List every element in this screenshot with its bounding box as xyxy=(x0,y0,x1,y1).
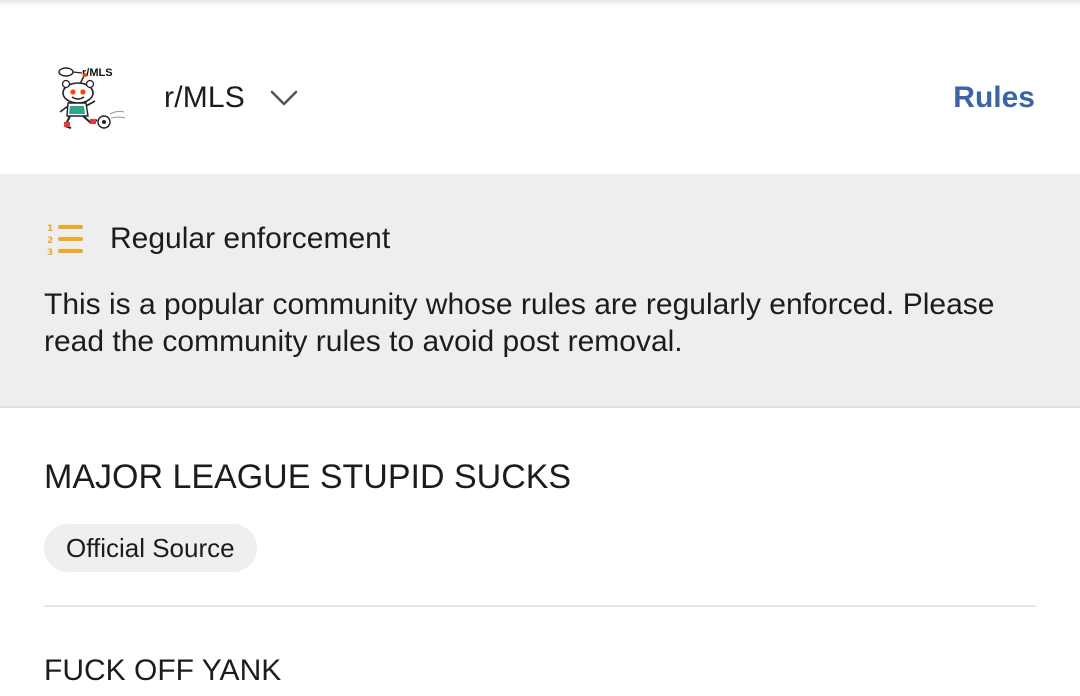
community-description: FUCK OFF YANK xyxy=(44,654,282,687)
flair-chip[interactable]: Official Source xyxy=(44,524,257,572)
community-header: r/MLS r/MLS Rules xyxy=(0,0,1080,174)
community-switcher[interactable]: r/MLS xyxy=(164,78,299,118)
notice-title: Regular enforcement xyxy=(110,222,391,255)
divider xyxy=(44,605,1036,607)
numbered-list-icon: 1 2 3 xyxy=(47,224,83,258)
community-title: MAJOR LEAGUE STUPID SUCKS xyxy=(44,458,572,496)
community-avatar[interactable]: r/MLS xyxy=(52,62,128,134)
svg-text:1: 1 xyxy=(47,224,53,234)
enforcement-notice: 1 2 3 Regular enforcement This is a popu… xyxy=(0,174,1080,408)
notice-body: This is a popular community whose rules … xyxy=(44,288,995,358)
top-shadow xyxy=(0,0,1080,6)
svg-text:2: 2 xyxy=(47,236,53,246)
chevron-down-icon xyxy=(270,90,298,106)
rules-link[interactable]: Rules xyxy=(953,78,1035,118)
svg-text:r/MLS: r/MLS xyxy=(82,67,113,79)
community-name: r/MLS xyxy=(164,81,246,114)
svg-text:3: 3 xyxy=(47,248,53,258)
